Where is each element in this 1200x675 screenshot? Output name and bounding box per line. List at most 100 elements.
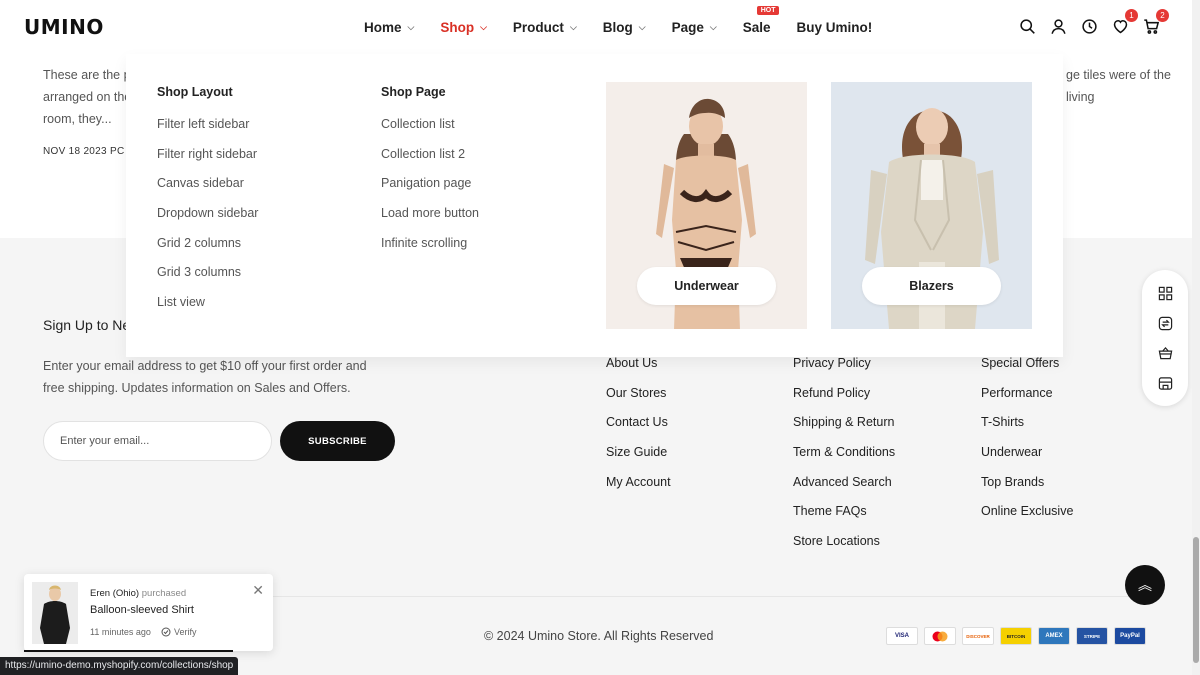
footer-link[interactable]: Privacy Policy <box>793 356 895 386</box>
nav-page-label: Page <box>671 19 704 35</box>
menu-link[interactable]: Collection list <box>381 117 479 147</box>
nav-page[interactable]: Page ⌵ <box>672 20 717 35</box>
nav-blog[interactable]: Blog ⌵ <box>603 20 646 35</box>
nav-shop-label: Shop <box>440 19 475 35</box>
menu-link[interactable]: Filter right sidebar <box>157 147 258 177</box>
logo[interactable]: UMINO <box>24 15 104 39</box>
grid-icon[interactable] <box>1157 285 1173 301</box>
shop-page-heading: Shop Page <box>381 85 446 99</box>
promo-blazers[interactable]: Blazers <box>831 82 1032 329</box>
footer-link[interactable]: Top Brands <box>981 475 1073 505</box>
footer-link[interactable]: Refund Policy <box>793 386 895 416</box>
clock-icon[interactable] <box>1080 16 1098 36</box>
menu-link[interactable]: Collection list 2 <box>381 147 479 177</box>
nav-sale-label: Sale <box>742 19 771 35</box>
nav-home-label: Home <box>364 19 402 35</box>
nav-shop[interactable]: Shop ⌵ <box>440 20 487 35</box>
menu-link[interactable]: Panigation page <box>381 176 479 206</box>
stripe-icon: STRIPE <box>1076 627 1108 645</box>
compare-icon[interactable] <box>1157 315 1173 331</box>
check-circle-icon <box>161 627 171 637</box>
purchase-time: 11 minutes ago <box>90 627 151 637</box>
newsletter-title: Sign Up to Ne <box>43 317 131 333</box>
search-icon[interactable] <box>1018 16 1036 36</box>
footer-links-col1: About Us Our Stores Contact Us Size Guid… <box>606 356 671 504</box>
buyer-name: Eren (Ohio) <box>90 588 140 599</box>
store-icon[interactable] <box>1157 375 1173 391</box>
blazers-button[interactable]: Blazers <box>862 267 1001 305</box>
menu-link[interactable]: Dropdown sidebar <box>157 206 258 236</box>
menu-link[interactable]: Canvas sidebar <box>157 176 258 206</box>
copyright-text: © 2024 Umino Store. All Rights Reserved <box>484 629 714 643</box>
nav-buy-umino[interactable]: Buy Umino! <box>796 20 872 35</box>
nav-sale[interactable]: HOT Sale <box>742 5 780 35</box>
heart-icon[interactable]: 1 <box>1111 9 1138 36</box>
newsletter-description: Enter your email address to get $10 off … <box>43 359 367 395</box>
visa-icon: VISA <box>886 627 918 645</box>
footer-link[interactable]: Size Guide <box>606 445 671 475</box>
footer-link[interactable]: Performance <box>981 386 1073 416</box>
shop-layout-heading: Shop Layout <box>157 85 233 99</box>
user-icon[interactable] <box>1049 16 1067 36</box>
bitcoin-icon: BITCOIN <box>1000 627 1032 645</box>
menu-link[interactable]: Filter left sidebar <box>157 117 258 147</box>
subscribe-button[interactable]: SUBSCRIBE <box>280 421 395 461</box>
shop-mega-menu: Shop Layout Filter left sidebar Filter r… <box>126 54 1063 357</box>
blog-meta: NOV 18 2023 PC <box>43 146 125 157</box>
back-to-top-button[interactable]: ︽ <box>1125 565 1165 605</box>
side-toolbar <box>1142 270 1188 406</box>
nav-product[interactable]: Product ⌵ <box>513 20 577 35</box>
double-chevron-up-icon: ︽ <box>1138 577 1152 593</box>
menu-link[interactable]: Grid 2 columns <box>157 236 258 266</box>
buyer-info: Eren (Ohio) purchased <box>90 588 186 599</box>
product-thumbnail <box>32 582 78 644</box>
footer-link[interactable]: About Us <box>606 356 671 386</box>
footer-link[interactable]: Advanced Search <box>793 475 895 505</box>
footer-link[interactable]: Online Exclusive <box>981 504 1073 534</box>
page-scrollbar[interactable] <box>1192 0 1200 675</box>
nav-home[interactable]: Home ⌵ <box>364 20 414 35</box>
hot-badge: HOT <box>756 5 780 15</box>
close-icon[interactable]: ✕ <box>252 582 264 599</box>
footer-link[interactable]: Contact Us <box>606 415 671 445</box>
chevron-down-icon: ⌵ <box>407 21 415 32</box>
menu-link[interactable]: Grid 3 columns <box>157 265 258 295</box>
verify-text: Verify <box>174 627 197 637</box>
footer-link[interactable]: My Account <box>606 475 671 505</box>
amex-icon: AMEX <box>1038 627 1070 645</box>
footer-link[interactable]: Special Offers <box>981 356 1073 386</box>
purchase-notification[interactable]: Eren (Ohio) purchased Balloon-sleeved Sh… <box>24 574 273 652</box>
discover-icon: DISCOVER <box>962 627 994 645</box>
menu-link[interactable]: Load more button <box>381 206 479 236</box>
blog-excerpt-right: ge tiles were of the living <box>1066 68 1171 104</box>
menu-link[interactable]: Infinite scrolling <box>381 236 479 266</box>
footer-link[interactable]: Store Locations <box>793 534 895 564</box>
paypal-icon: PayPal <box>1114 627 1146 645</box>
footer-link[interactable]: Theme FAQs <box>793 504 895 534</box>
footer-link[interactable]: Underwear <box>981 445 1073 475</box>
nav-buy-umino-label: Buy Umino! <box>796 19 873 35</box>
scrollbar-thumb[interactable] <box>1193 537 1199 663</box>
status-bar-url: https://umino-demo.myshopify.com/collect… <box>0 657 239 675</box>
footer-links-col2: Privacy Policy Refund Policy Shipping & … <box>793 356 895 564</box>
basket-icon[interactable] <box>1157 345 1173 361</box>
main-nav: Home ⌵ Shop ⌵ Product ⌵ Blog ⌵ Page ⌵ HOT Sale… <box>364 0 898 54</box>
site-header: UMINO Home ⌵ Shop ⌵ Product ⌵ Blog ⌵ Page ⌵ H… <box>0 0 1200 54</box>
shop-page-column: Shop Page Collection list Collection lis… <box>381 85 479 265</box>
nav-blog-label: Blog <box>602 19 633 35</box>
footer-link[interactable]: Shipping & Return <box>793 415 895 445</box>
promo-underwear[interactable]: Underwear <box>606 82 807 329</box>
underwear-button[interactable]: Underwear <box>637 267 776 305</box>
mastercard-icon <box>924 627 956 645</box>
shop-layout-column: Shop Layout Filter left sidebar Filter r… <box>157 85 258 325</box>
chevron-down-icon: ⌵ <box>480 21 487 32</box>
purchased-product-name[interactable]: Balloon-sleeved Shirt <box>90 604 194 616</box>
footer-link[interactable]: T-Shirts <box>981 415 1073 445</box>
email-field[interactable] <box>43 421 272 461</box>
footer-link[interactable]: Term & Conditions <box>793 445 895 475</box>
cart-icon[interactable]: 2 <box>1142 9 1169 36</box>
nav-product-label: Product <box>512 19 564 35</box>
header-actions: 1 2 <box>1018 9 1169 36</box>
footer-link[interactable]: Our Stores <box>606 386 671 416</box>
menu-link[interactable]: List view <box>157 295 258 325</box>
